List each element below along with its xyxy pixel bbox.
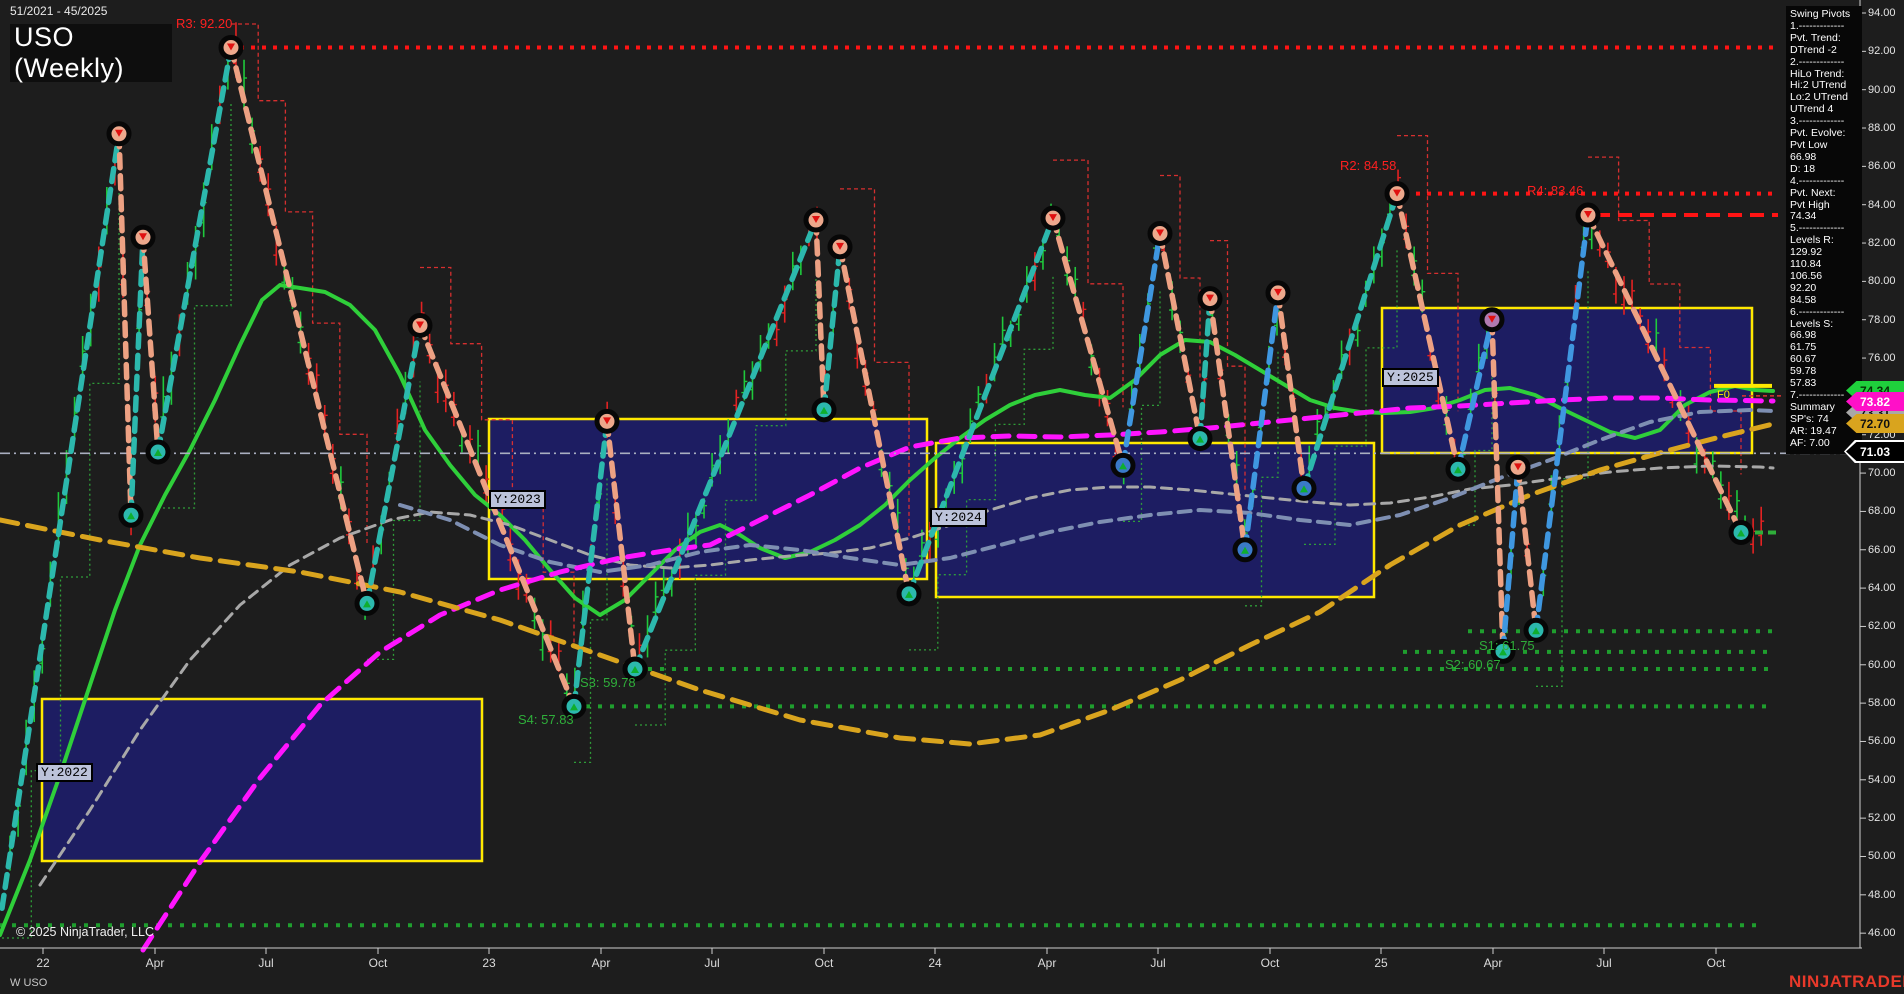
level-label: S3: 59.78 — [580, 675, 636, 690]
time-tick-label: Apr — [1037, 956, 1057, 970]
pivot-panel-line: DTrend -2 — [1790, 43, 1837, 56]
price-tick-label: 84.00 — [1868, 198, 1896, 211]
price-tick-label: 76.00 — [1868, 352, 1896, 365]
pivot-panel-line: AR: 19.47 — [1790, 424, 1837, 437]
year-range-chip[interactable]: Y:2025 — [1382, 368, 1439, 387]
chart-window: F0 51/2021 - 45/2025 USO (Weekly) Swing … — [0, 0, 1904, 994]
pivot-panel-line: D: 18 — [1790, 162, 1816, 175]
svg-text:F0: F0 — [1717, 389, 1730, 401]
level-label: R4: 83.46 — [1527, 183, 1584, 198]
price-tick-label: 88.00 — [1868, 122, 1896, 135]
pivot-panel-line: Pvt. Next: — [1790, 186, 1836, 199]
visible-range-label: 51/2021 - 45/2025 — [10, 4, 108, 18]
price-tick-label: 92.00 — [1868, 45, 1896, 58]
pivot-panel-line: 2.------------- — [1790, 55, 1845, 68]
price-tick-label: 46.00 — [1868, 927, 1896, 940]
time-tick-label: Oct — [1706, 956, 1726, 970]
price-tick-label: 52.00 — [1868, 812, 1896, 825]
pivot-panel-line: Pvt. Trend: — [1790, 31, 1841, 44]
year-range-chip[interactable]: Y:2024 — [930, 508, 987, 527]
price-tick-label: 86.00 — [1868, 160, 1896, 173]
pivot-panel-line: 84.58 — [1790, 293, 1817, 306]
price-tick-label: 66.00 — [1868, 543, 1896, 556]
time-tick-label: Jul — [704, 956, 720, 970]
chart-title: USO (Weekly) — [14, 22, 125, 83]
time-axis[interactable]: 22 Apr Jul Oct 23 Apr Jul Oct 24 Apr Jul Oct 25 Apr Ju… — [0, 948, 1904, 978]
price-tick-label: 78.00 — [1868, 313, 1896, 326]
price-tick-label: 90.00 — [1868, 83, 1896, 96]
time-tick-label: Oct — [1260, 956, 1280, 970]
time-tick-label: Oct — [368, 956, 388, 970]
price-tick-label: 70.00 — [1868, 467, 1896, 480]
price-tick-label: 68.00 — [1868, 505, 1896, 518]
time-tick-label: 22 — [36, 956, 50, 970]
price-tick-label: 82.00 — [1868, 237, 1896, 250]
price-tick-label: 48.00 — [1868, 888, 1896, 901]
pivot-panel-line: 66.98 — [1790, 150, 1817, 163]
ninjatrader-logo: NINJATRADER — [1789, 972, 1904, 991]
price-badge: 72.70 — [1846, 414, 1904, 433]
time-tick-label: Apr — [145, 956, 165, 970]
price-tick-label: 58.00 — [1868, 697, 1896, 710]
time-tick-label: 23 — [482, 956, 496, 970]
price-tick-label: 94.00 — [1868, 7, 1896, 19]
level-label: S1: 61.75 — [1479, 638, 1535, 653]
time-tick-label: 25 — [1374, 956, 1388, 970]
chart-canvas[interactable]: F0 — [0, 0, 1904, 994]
level-label: S2: 60.67 — [1445, 657, 1501, 672]
price-axis[interactable]: 94.00 92.00 90.00 88.00 86.00 84.00 82.00 80.00… — [1860, 0, 1904, 950]
price-tick-label: 60.00 — [1868, 658, 1896, 671]
year-range-chip[interactable]: Y:2022 — [36, 763, 93, 782]
pivot-panel-line: 6.------------- — [1790, 305, 1845, 318]
instrument-label: W USO — [10, 977, 48, 989]
time-tick-label: Jul — [1596, 956, 1612, 970]
price-tick-label: 64.00 — [1868, 582, 1896, 595]
time-tick-label: Jul — [1150, 956, 1166, 970]
copyright-text: © 2025 NinjaTrader, LLC — [16, 925, 154, 939]
pivot-panel-line: 4.------------- — [1790, 174, 1845, 187]
price-tick-label: 62.00 — [1868, 620, 1896, 633]
price-tick-label: 80.00 — [1868, 275, 1896, 288]
price-badge: 71.03 — [1846, 442, 1904, 461]
time-tick-label: 24 — [928, 956, 942, 970]
level-label: R2: 84.58 — [1340, 158, 1397, 173]
level-label: R3: 92.20 — [176, 16, 233, 31]
time-tick-label: Jul — [258, 956, 274, 970]
chart-title-box: USO (Weekly) — [10, 22, 172, 83]
price-badge: 73.82 — [1846, 392, 1904, 411]
year-range-chip[interactable]: Y:2023 — [489, 490, 546, 509]
price-tick-label: 50.00 — [1868, 850, 1896, 863]
price-tick-label: 56.00 — [1868, 735, 1896, 748]
time-tick-label: Oct — [814, 956, 834, 970]
level-label: S4: 57.83 — [518, 712, 574, 727]
time-tick-label: Apr — [1483, 956, 1503, 970]
price-tick-label: 54.00 — [1868, 773, 1896, 786]
pivot-panel-line: 92.20 — [1790, 281, 1817, 294]
time-tick-label: Apr — [591, 956, 611, 970]
